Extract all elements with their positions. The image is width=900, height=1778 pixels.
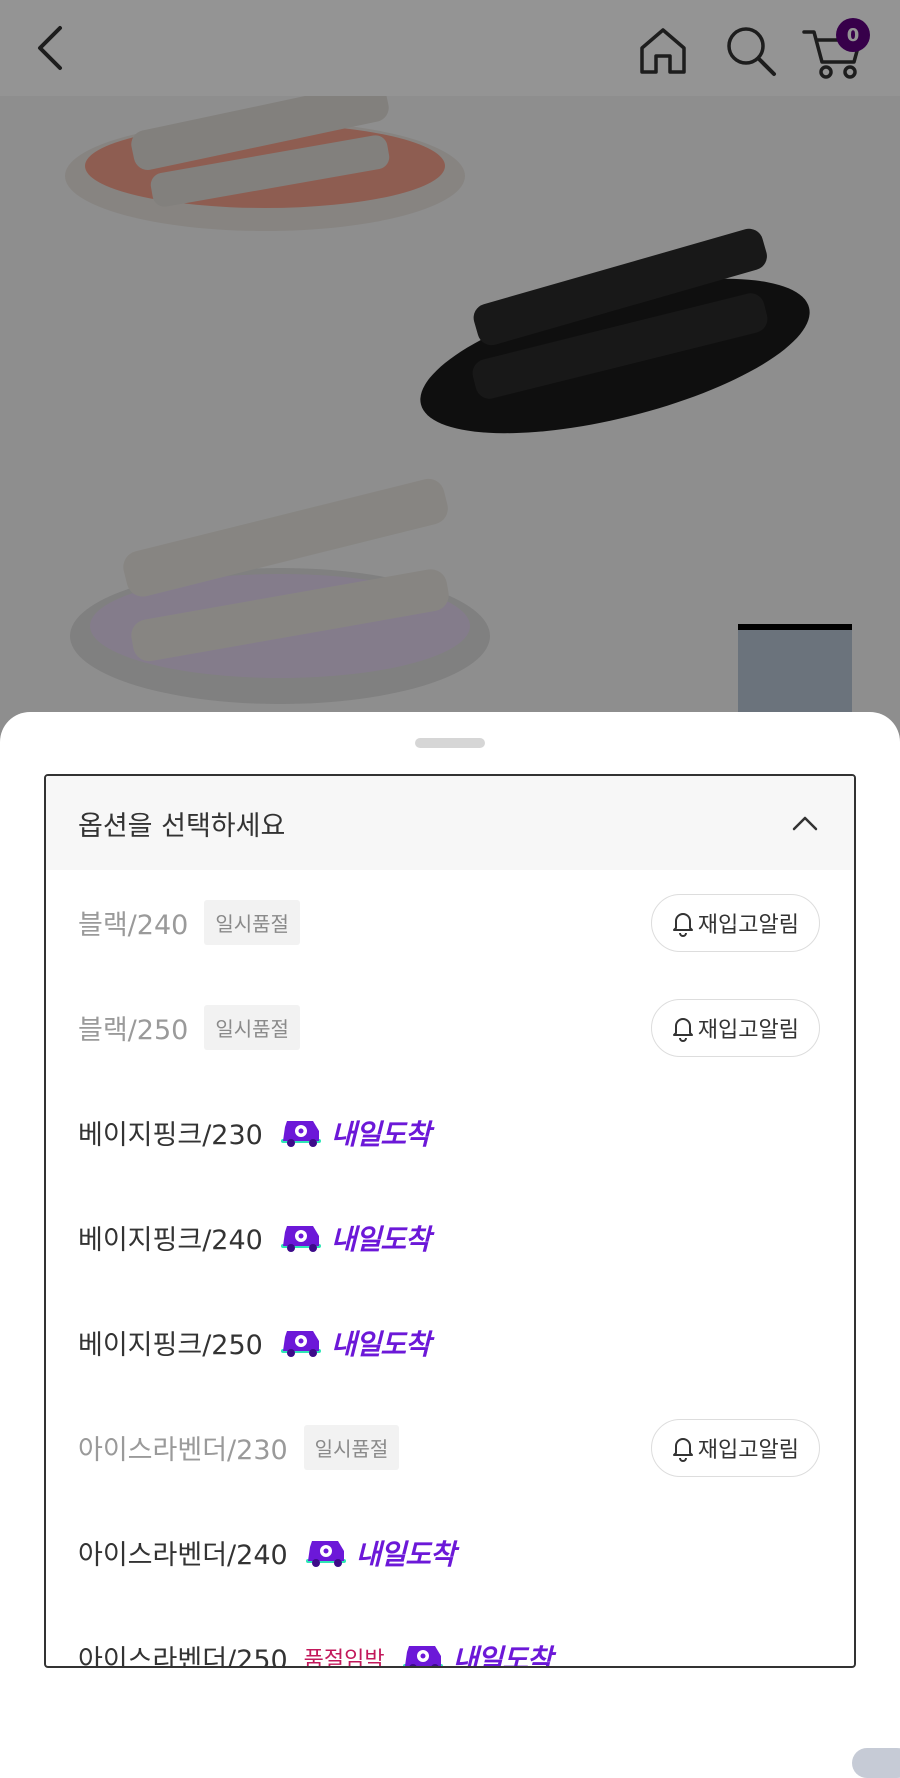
soldout-tag: 일시품절	[204, 900, 300, 945]
tomorrow-delivery-badge: 내일도착	[279, 1218, 431, 1258]
tomorrow-delivery-label: 내일도착	[330, 1222, 431, 1256]
product-page-background: 0	[0, 0, 900, 760]
option-select-dropdown: 옵션을 선택하세요 블랙/240 일시품절 재입고알림 블랙/250 일시품절 …	[44, 774, 856, 1668]
tomorrow-delivery-label: 내일도착	[452, 1642, 553, 1668]
option-list: 블랙/240 일시품절 재입고알림 블랙/250 일시품절 재입고알림 베이지핑…	[46, 870, 854, 1668]
chevron-up-icon	[792, 816, 818, 831]
option-name: 아이스라벤더/250	[78, 1645, 288, 1668]
option-name: 베이지핑크/240	[78, 1225, 263, 1256]
option-name: 베이지핑크/250	[78, 1330, 263, 1361]
restock-alert-button[interactable]: 재입고알림	[650, 998, 820, 1057]
restock-alert-label: 재입고알림	[697, 912, 799, 938]
option-item[interactable]: 아이스라벤더/230 일시품절 재입고알림	[46, 1395, 854, 1500]
tomorrow-delivery-badge: 내일도착	[401, 1638, 553, 1668]
restock-alert-label: 재입고알림	[697, 1017, 799, 1043]
tomorrow-delivery-badge: 내일도착	[304, 1533, 456, 1573]
option-item[interactable]: 아이스라벤더/240 내일도착	[46, 1500, 854, 1605]
tomorrow-delivery-badge: 내일도착	[279, 1323, 431, 1363]
bell-icon	[672, 912, 693, 937]
restock-alert-label: 재입고알림	[697, 1437, 799, 1463]
tomorrow-delivery-badge: 내일도착	[279, 1113, 431, 1153]
option-item[interactable]: 베이지핑크/240 내일도착	[46, 1185, 854, 1290]
restock-alert-button[interactable]: 재입고알림	[650, 1418, 820, 1477]
truck-icon	[402, 1645, 443, 1666]
option-name: 블랙/250	[78, 1015, 189, 1046]
option-select-title: 옵션을 선택하세요	[78, 810, 286, 842]
truck-icon	[280, 1120, 321, 1147]
tomorrow-delivery-label: 내일도착	[330, 1327, 431, 1361]
option-item[interactable]: 블랙/240 일시품절 재입고알림	[46, 870, 854, 975]
soldout-tag: 일시품절	[204, 1005, 300, 1050]
truck-icon	[280, 1330, 321, 1357]
option-name: 아이스라벤더/240	[78, 1540, 288, 1571]
option-name: 아이스라벤더/230	[78, 1435, 288, 1466]
bell-icon	[672, 1017, 693, 1042]
tomorrow-delivery-label: 내일도착	[355, 1537, 456, 1571]
soldout-tag: 일시품절	[303, 1425, 400, 1470]
option-name: 베이지핑크/230	[78, 1120, 263, 1151]
bell-icon	[672, 1437, 693, 1462]
option-item[interactable]: 베이지핑크/230 내일도착	[46, 1080, 854, 1185]
restock-alert-button[interactable]: 재입고알림	[650, 893, 820, 952]
floating-button-peek[interactable]	[852, 1748, 900, 1778]
option-bottom-sheet: 옵션을 선택하세요 블랙/240 일시품절 재입고알림 블랙/250 일시품절 …	[0, 712, 900, 1762]
option-item[interactable]: 블랙/250 일시품절 재입고알림	[46, 975, 854, 1080]
almost-soldout-tag: 품절임박	[303, 1647, 385, 1668]
truck-icon	[305, 1540, 346, 1567]
truck-icon	[280, 1225, 321, 1252]
option-select-header[interactable]: 옵션을 선택하세요	[46, 776, 854, 870]
sheet-grabber[interactable]	[415, 738, 485, 748]
option-name: 블랙/240	[78, 910, 189, 941]
option-item[interactable]: 아이스라벤더/250 품절임박 내일도착	[46, 1605, 854, 1668]
option-item[interactable]: 베이지핑크/250 내일도착	[46, 1290, 854, 1395]
tomorrow-delivery-label: 내일도착	[330, 1117, 431, 1151]
modal-dim-overlay[interactable]	[0, 0, 900, 760]
